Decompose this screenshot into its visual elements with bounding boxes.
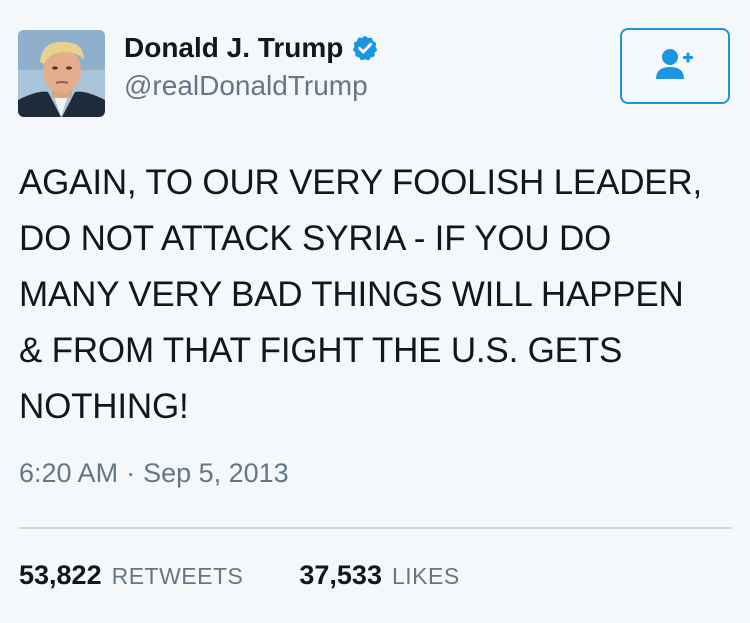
retweets-count: 53,822 [19, 560, 102, 590]
likes-label: LIKES [391, 563, 460, 589]
name-row: Donald J. Trump [124, 30, 379, 66]
divider [19, 527, 732, 529]
follow-button[interactable] [620, 28, 730, 104]
likes-count: 37,533 [299, 560, 382, 590]
tweet-time: 6:20 AM [19, 458, 119, 488]
retweets-stat[interactable]: 53,822 RETWEETS [19, 560, 243, 591]
avatar[interactable] [18, 30, 105, 117]
add-user-icon [655, 47, 695, 86]
avatar-image [18, 30, 105, 117]
tweet-stats: 53,822 RETWEETS 37,533 LIKES [19, 560, 516, 591]
tweet-card: Donald J. Trump @realDonaldTrump AGAIN, … [0, 0, 750, 623]
tweet-timestamp[interactable]: 6:20 AM · Sep 5, 2013 [19, 458, 289, 489]
tweet-text: AGAIN, TO OUR VERY FOOLISH LEADER, DO NO… [19, 163, 703, 426]
tweet-date: Sep 5, 2013 [143, 458, 289, 488]
timestamp-separator: · [126, 458, 136, 488]
likes-stat[interactable]: 37,533 LIKES [299, 560, 459, 591]
user-handle[interactable]: @realDonaldTrump [124, 70, 368, 102]
retweets-label: RETWEETS [111, 563, 244, 589]
verified-badge-icon [351, 34, 379, 62]
display-name[interactable]: Donald J. Trump [124, 32, 343, 64]
